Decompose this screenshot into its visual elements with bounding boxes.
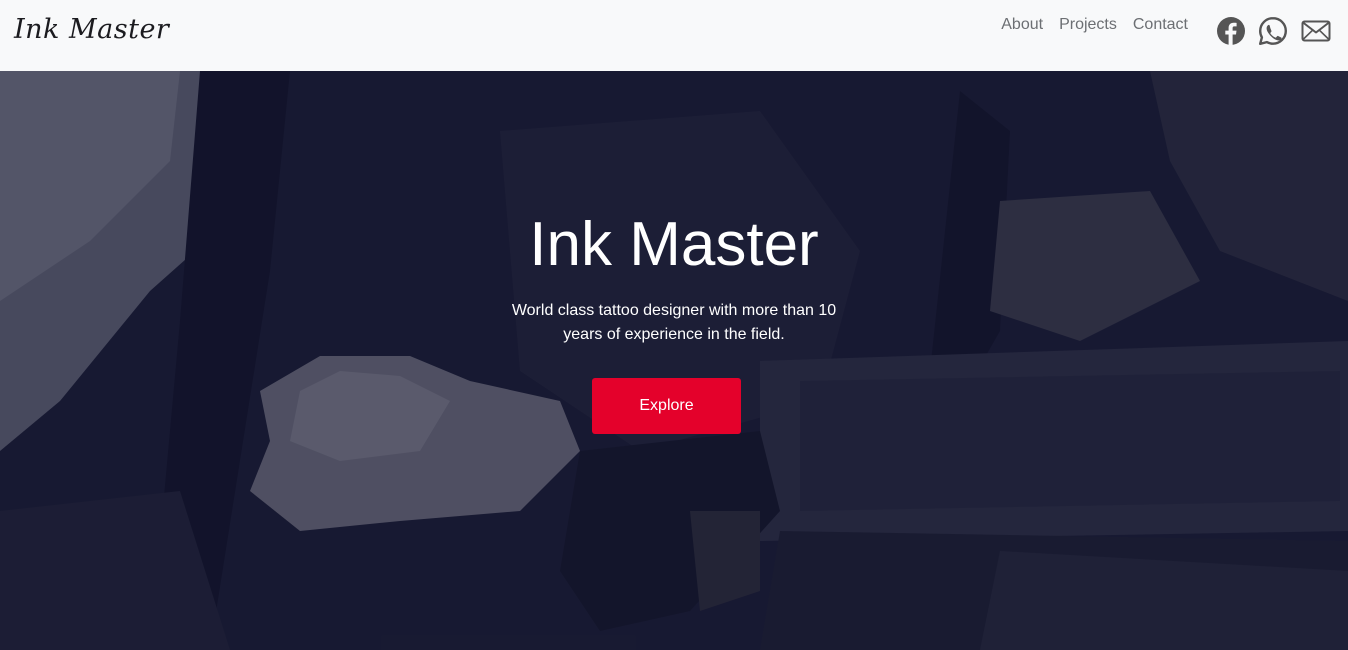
hero-section: Ink Master World class tattoo designer w…	[0, 71, 1348, 650]
envelope-icon[interactable]	[1300, 16, 1332, 46]
whatsapp-icon[interactable]	[1258, 16, 1288, 46]
nav-link-about[interactable]: About	[1001, 16, 1043, 34]
nav-link-contact[interactable]: Contact	[1133, 16, 1188, 34]
nav-links: About Projects Contact	[1001, 0, 1332, 60]
nav-link-projects[interactable]: Projects	[1059, 16, 1117, 34]
facebook-icon[interactable]	[1216, 16, 1246, 46]
hero-subtitle: World class tattoo designer with more th…	[511, 302, 837, 343]
brand-logo[interactable]: Ink Master	[14, 14, 169, 45]
hero-overlay	[0, 71, 1348, 650]
navbar: Ink Master About Projects Contact	[0, 0, 1348, 71]
hero-title: Ink Master	[529, 210, 819, 279]
explore-button[interactable]: Explore	[592, 378, 741, 434]
